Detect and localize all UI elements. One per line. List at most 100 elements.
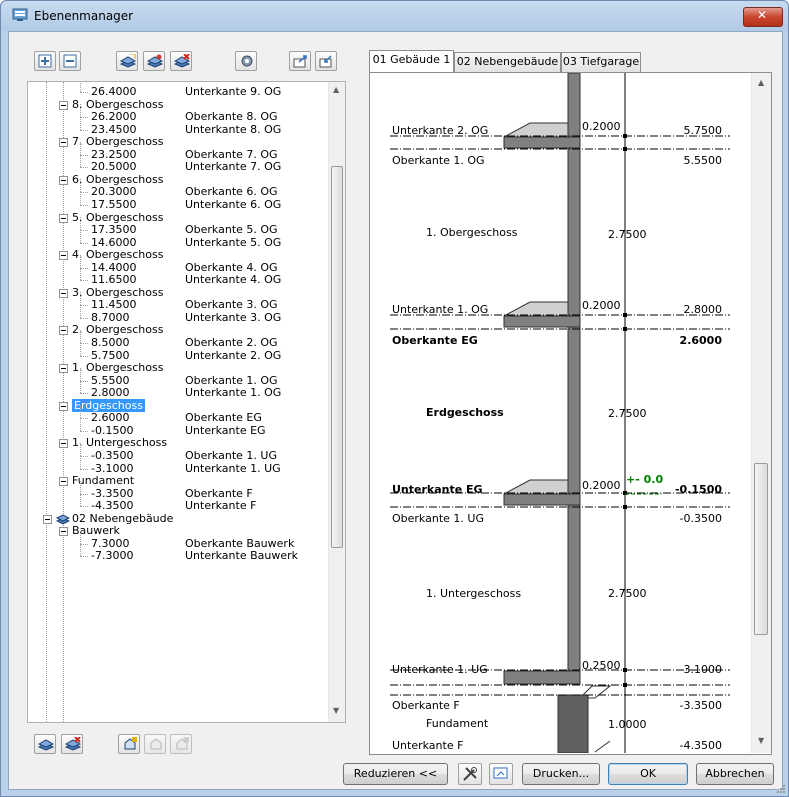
delete-structure-button[interactable] bbox=[170, 734, 192, 754]
remove-building-button[interactable] bbox=[61, 734, 83, 754]
tree-collapse-toggle-icon[interactable] bbox=[59, 401, 68, 411]
tree-guide-line bbox=[80, 292, 81, 306]
tree-guide-line bbox=[80, 304, 81, 318]
value-uk-1ug: -3.1000 bbox=[679, 663, 722, 676]
diagram-scroll-up-icon[interactable]: ▲ bbox=[758, 78, 764, 87]
floor-height-f: 1.0000 bbox=[608, 718, 647, 731]
tree-leaf-label[interactable]: Unterkante 2. OG bbox=[185, 349, 281, 363]
value-ok-eg: 2.6000 bbox=[679, 334, 722, 347]
tree-collapse-toggle-icon[interactable] bbox=[59, 326, 68, 336]
add-structure-button[interactable] bbox=[118, 734, 140, 754]
cancel-button[interactable]: Abbrechen bbox=[696, 763, 774, 785]
diagram-scrollbar[interactable]: ▲ ▼ bbox=[751, 73, 771, 753]
label-ok-1og: Oberkante 1. OG bbox=[392, 154, 485, 167]
tree-leaf-label[interactable]: Unterkante 7. OG bbox=[185, 160, 281, 174]
diagram-scroll-thumb[interactable] bbox=[754, 463, 768, 635]
resize-grip-icon[interactable] bbox=[776, 784, 786, 794]
tree-leaf-label[interactable]: Unterkante 9. OG bbox=[185, 85, 281, 99]
scroll-up-arrow-icon[interactable]: ▲ bbox=[333, 85, 339, 94]
tree-connector bbox=[80, 317, 88, 319]
level-tree[interactable]: 26.4000 Unterkante 9. OG 8. Obergeschoss 26… bbox=[27, 81, 346, 723]
tree-node-label: 2. Obergeschoss bbox=[72, 323, 164, 337]
tree-collapse-toggle-icon[interactable] bbox=[59, 439, 68, 449]
tree-leaf-label[interactable]: Unterkante 5. OG bbox=[185, 236, 281, 250]
floor-name-eg: Erdgeschoss bbox=[426, 406, 504, 419]
level-tree-content: 26.4000 Unterkante 9. OG 8. Obergeschoss 26… bbox=[28, 82, 328, 722]
diagram-scroll-down-icon[interactable]: ▼ bbox=[758, 736, 764, 745]
tree-scroll-thumb[interactable] bbox=[331, 166, 343, 548]
slab-2og bbox=[503, 122, 569, 138]
tree-guide-line bbox=[80, 141, 81, 155]
reduce-button[interactable]: Reduzieren << bbox=[343, 763, 448, 785]
tree-guide-line bbox=[80, 543, 81, 557]
label-uk-1ug: Unterkante 1. UG bbox=[392, 663, 488, 676]
import-icon bbox=[293, 55, 307, 68]
expand-icon bbox=[38, 54, 52, 68]
edit-structure-button[interactable] bbox=[144, 734, 166, 754]
tab-tiefgarage[interactable]: 03 Tiefgarage bbox=[561, 52, 641, 72]
tree-connector bbox=[80, 393, 88, 395]
tree-node-label: 7. Obergeschoss bbox=[72, 135, 164, 149]
delete-level-button[interactable] bbox=[170, 51, 192, 71]
tree-leaf-label[interactable]: Unterkante 1. OG bbox=[185, 386, 281, 400]
scroll-down-arrow-icon[interactable]: ▼ bbox=[333, 706, 339, 715]
tree-guide-line bbox=[80, 330, 81, 343]
new-level-button[interactable] bbox=[116, 51, 138, 71]
tree-leaf-label[interactable]: Unterkante 1. UG bbox=[185, 462, 281, 476]
tree-scrollbar[interactable]: ▲ ▼ bbox=[328, 82, 345, 722]
tree-collapse-toggle-icon[interactable] bbox=[59, 100, 68, 110]
collapse-all-button[interactable] bbox=[59, 51, 81, 71]
settings-button[interactable] bbox=[235, 51, 257, 71]
tree-node-label: 1. Untergeschoss bbox=[72, 436, 168, 450]
foundation-chamfer-2 bbox=[594, 740, 611, 753]
value-uk-1og: 2.8000 bbox=[683, 303, 723, 316]
tree-guide-line bbox=[80, 254, 81, 268]
print-button[interactable]: Drucken... bbox=[522, 763, 600, 785]
ok-button[interactable]: OK bbox=[608, 763, 688, 785]
tools-button[interactable] bbox=[458, 763, 482, 785]
tree-guide-line bbox=[80, 154, 81, 168]
tree-connector bbox=[80, 355, 88, 357]
tree-collapse-toggle-icon[interactable] bbox=[59, 251, 68, 261]
export-button[interactable] bbox=[315, 51, 337, 71]
tree-collapse-toggle-icon[interactable] bbox=[59, 138, 68, 148]
tree-collapse-toggle-icon[interactable] bbox=[43, 514, 52, 524]
import-button[interactable] bbox=[289, 51, 311, 71]
tree-collapse-toggle-icon[interactable] bbox=[59, 477, 68, 487]
tree-guide-line bbox=[80, 417, 81, 431]
tree-leaf-label[interactable]: Unterkante 8. OG bbox=[185, 123, 281, 137]
level-stack-icon bbox=[120, 54, 136, 68]
tree-collapse-toggle-icon[interactable] bbox=[59, 527, 68, 537]
tree-leaf-label[interactable]: Unterkante F bbox=[185, 499, 256, 513]
expand-all-button[interactable] bbox=[34, 51, 56, 71]
tree-leaf-label[interactable]: Unterkante 3. OG bbox=[185, 311, 281, 325]
edit-level-button[interactable] bbox=[143, 51, 165, 71]
tree-guide-line bbox=[80, 455, 81, 469]
tree-collapse-toggle-icon[interactable] bbox=[59, 213, 68, 223]
tree-leaf-height[interactable]: -7.3000 bbox=[91, 549, 133, 563]
tree-connector bbox=[80, 92, 88, 93]
tree-connector bbox=[80, 305, 88, 307]
tree-guide-line bbox=[80, 229, 81, 243]
tree-collapse-toggle-icon[interactable] bbox=[59, 175, 68, 185]
preview-button[interactable] bbox=[489, 763, 513, 785]
tree-leaf-label[interactable]: Unterkante Bauwerk bbox=[185, 549, 298, 563]
tree-leaf-label[interactable]: Unterkante EG bbox=[185, 424, 266, 438]
floor-name-f: Fundament bbox=[426, 717, 489, 730]
tree-collapse-toggle-icon[interactable] bbox=[59, 288, 68, 298]
tree-connector bbox=[80, 343, 88, 344]
tab-gebaeude-1[interactable]: 01 Gebäude 1 bbox=[369, 50, 454, 72]
tree-connector bbox=[80, 117, 88, 119]
tab-nebengebaeude[interactable]: 02 Nebengebäude bbox=[454, 52, 561, 72]
tree-guide-line bbox=[80, 104, 81, 118]
close-button[interactable] bbox=[743, 7, 783, 27]
section-diagram[interactable]: Unterkante 2. OG 0.2000 5.7500 Oberkante… bbox=[370, 73, 750, 753]
tree-leaf-label[interactable]: Unterkante 4. OG bbox=[185, 273, 281, 287]
value-ok-1ug: -0.3500 bbox=[679, 512, 722, 525]
tree-collapse-toggle-icon[interactable] bbox=[59, 364, 68, 374]
tree-connector bbox=[80, 418, 88, 420]
tree-leaf-label[interactable]: Unterkante 6. OG bbox=[185, 198, 281, 212]
add-building-button[interactable] bbox=[34, 734, 56, 754]
structure-add-icon bbox=[124, 737, 137, 750]
tree-connector bbox=[80, 543, 88, 545]
